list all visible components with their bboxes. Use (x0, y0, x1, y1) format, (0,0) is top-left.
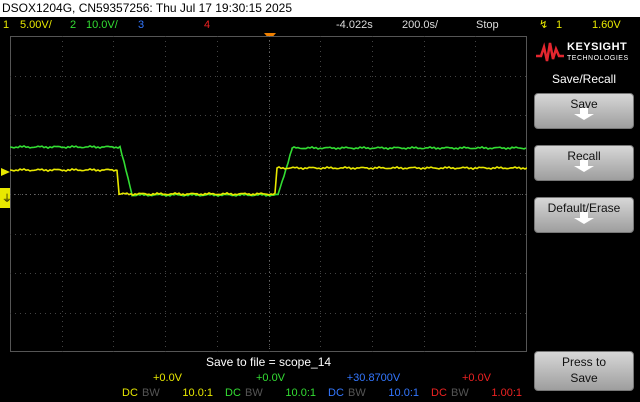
press-to-label: Press to (561, 355, 606, 369)
save-button[interactable]: Save (534, 93, 634, 129)
window-title: DSOX1204G, CN59357256: Thu Jul 17 19:30:… (0, 0, 640, 17)
ch4-bw: BW (451, 387, 469, 399)
keysight-logo: KEYSIGHT TECHNOLOGIES (536, 39, 636, 67)
arrow-down-icon (574, 160, 594, 172)
brand-subtitle: TECHNOLOGIES (567, 55, 629, 62)
ch1-bw: BW (142, 387, 160, 399)
trigger-level[interactable]: 1.60V (592, 17, 621, 33)
save-filename: Save to file = scope_14 (205, 355, 332, 369)
ch3-number[interactable]: 3 (138, 17, 144, 33)
ch3-offset: +30.8700V (346, 372, 401, 384)
press-to-save-button[interactable]: Press to Save (534, 351, 634, 391)
ch2-coupling: DC (225, 387, 241, 399)
ch4-offset: +0.0V (461, 372, 492, 384)
ch1-scale[interactable]: 5.00V/ (20, 17, 52, 33)
arrow-down-icon (574, 108, 594, 120)
ch3-probe: 10.0:1 (388, 387, 419, 399)
ch2-offset: +0.0V (255, 372, 286, 384)
brand-name: KEYSIGHT (567, 41, 628, 53)
trigger-channel[interactable]: 1 (556, 17, 562, 33)
ch3-bw: BW (348, 387, 366, 399)
ch1-number[interactable]: 1 (3, 17, 9, 33)
keysight-wave-icon (536, 42, 564, 62)
ch1-info[interactable]: +0.0V DC BW 10.0:1 (116, 371, 219, 402)
ch2-probe: 10.0:1 (285, 387, 316, 399)
ch4-number[interactable]: 4 (204, 17, 210, 33)
arrow-down-icon (574, 212, 594, 224)
graticule (9, 36, 528, 352)
press-action-label: Save (570, 371, 598, 385)
ch2-number[interactable]: 2 (70, 17, 76, 33)
ch3-info[interactable]: +30.8700V DC BW 10.0:1 (322, 371, 425, 402)
softkey-panel: KEYSIGHT TECHNOLOGIES Save/Recall Save R… (528, 33, 640, 402)
ch1-offset: +0.0V (152, 372, 183, 384)
ch1-probe: 10.0:1 (182, 387, 213, 399)
recall-button[interactable]: Recall (534, 145, 634, 181)
time-scale[interactable]: 200.0s/ (402, 17, 438, 33)
ch4-coupling: DC (431, 387, 447, 399)
ch2-bw: BW (245, 387, 263, 399)
trigger-slope-icon: ↯ (539, 19, 549, 31)
ch1-coupling: DC (122, 387, 138, 399)
ch4-info[interactable]: +0.0V DC BW 1.00:1 (425, 371, 528, 402)
waveform-display[interactable] (9, 36, 528, 352)
ch2-scale[interactable]: 10.0V/ (86, 17, 118, 33)
menu-title: Save/Recall (551, 72, 617, 86)
time-offset[interactable]: -4.022s (336, 17, 373, 33)
status-bar: 1 5.00V/ 2 10.0V/ 3 4 -4.022s 200.0s/ St… (0, 17, 640, 33)
ch3-coupling: DC (328, 387, 344, 399)
ch2-info[interactable]: +0.0V DC BW 10.0:1 (219, 371, 322, 402)
default-erase-button[interactable]: Default/Erase (534, 197, 634, 233)
ch2-waveform (9, 144, 527, 198)
ch4-probe: 1.00:1 (491, 387, 522, 399)
ch1-waveform (9, 165, 528, 197)
run-state[interactable]: Stop (476, 17, 499, 33)
